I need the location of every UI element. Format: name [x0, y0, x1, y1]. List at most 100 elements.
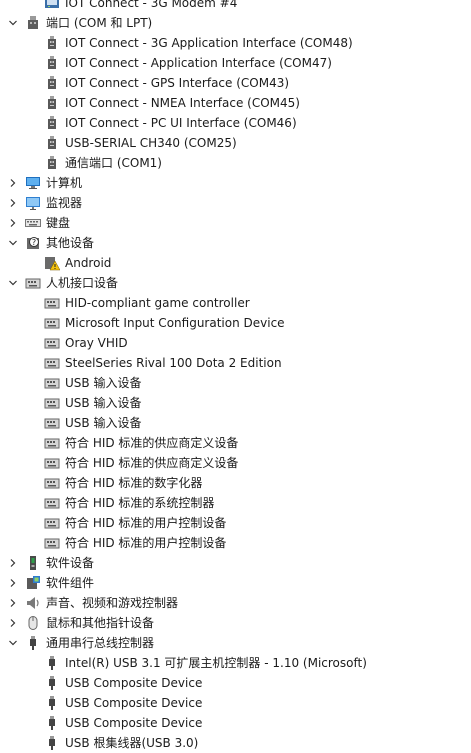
tree-item-label: USB-SERIAL CH340 (COM25) [65, 136, 237, 150]
tree-item-label: IOT Connect - PC UI Interface (COM46) [65, 116, 297, 130]
tree-item-label: 软件设备 [46, 556, 95, 570]
tree-item[interactable]: IOT Connect - NMEA Interface (COM45) [0, 93, 471, 113]
tree-item[interactable]: HID-compliant game controller [0, 293, 471, 313]
tree-item[interactable]: Android [0, 253, 471, 273]
tree-item-label: 声音、视频和游戏控制器 [46, 596, 179, 610]
tree-item-label: 符合 HID 标准的供应商定义设备 [65, 436, 239, 450]
tree-item-label: HID-compliant game controller [65, 296, 250, 310]
tree-item[interactable]: USB 根集线器(USB 3.0) [0, 733, 471, 753]
warning-device-icon [44, 255, 60, 271]
chevron-right-icon[interactable] [8, 618, 18, 628]
tree-item[interactable]: 通信端口 (COM1) [0, 153, 471, 173]
modem-icon [44, 0, 60, 11]
chevron-right-icon[interactable] [8, 178, 18, 188]
tree-item-label: IOT Connect - 3G Modem #4 [65, 0, 238, 10]
chevron-right-icon[interactable] [8, 218, 18, 228]
chevron-right-icon[interactable] [8, 198, 18, 208]
tree-item-label: USB 根集线器(USB 3.0) [65, 736, 199, 750]
tree-item-label: IOT Connect - GPS Interface (COM43) [65, 76, 290, 90]
tree-item-label: 通用串行总线控制器 [46, 636, 155, 650]
tree-category[interactable]: 软件设备 [0, 553, 471, 573]
tree-item[interactable]: IOT Connect - 3G Modem #4 [0, 0, 471, 13]
monitor-icon [25, 195, 41, 211]
port-icon [25, 15, 41, 31]
tree-category[interactable]: 声音、视频和游戏控制器 [0, 593, 471, 613]
chevron-down-icon[interactable] [8, 18, 18, 28]
tree-item[interactable]: USB Composite Device [0, 713, 471, 733]
tree-item-label: USB 输入设备 [65, 416, 142, 430]
tree-item-label: SteelSeries Rival 100 Dota 2 Edition [65, 356, 282, 370]
usb-icon [44, 695, 60, 711]
tree-item-label: IOT Connect - Application Interface (COM… [65, 56, 332, 70]
tree-category[interactable]: 人机接口设备 [0, 273, 471, 293]
tree-item-label: USB Composite Device [65, 716, 203, 730]
tree-item-label: 符合 HID 标准的用户控制设备 [65, 536, 227, 550]
tree-item-label: 符合 HID 标准的系统控制器 [65, 496, 215, 510]
tree-category[interactable]: 键盘 [0, 213, 471, 233]
tree-item[interactable]: 符合 HID 标准的供应商定义设备 [0, 433, 471, 453]
chevron-right-icon[interactable] [8, 578, 18, 588]
tree-category[interactable]: ? 其他设备 [0, 233, 471, 253]
device-tree[interactable]: IOT Connect - 3G Modem #4 端口 (COM 和 LPT) I… [0, 0, 471, 753]
hid-icon [44, 395, 60, 411]
tree-item[interactable]: IOT Connect - PC UI Interface (COM46) [0, 113, 471, 133]
tree-item[interactable]: USB-SERIAL CH340 (COM25) [0, 133, 471, 153]
unknown-device-icon: ? [25, 235, 41, 251]
tree-item[interactable]: IOT Connect - GPS Interface (COM43) [0, 73, 471, 93]
tree-item[interactable]: 符合 HID 标准的系统控制器 [0, 493, 471, 513]
hid-icon [25, 275, 41, 291]
port-connector-icon [44, 155, 60, 171]
tree-item[interactable]: 符合 HID 标准的用户控制设备 [0, 533, 471, 553]
chevron-down-icon[interactable] [8, 638, 18, 648]
port-connector-icon [44, 115, 60, 131]
tree-item[interactable]: 符合 HID 标准的数字化器 [0, 473, 471, 493]
tree-item-label: 端口 (COM 和 LPT) [46, 16, 153, 30]
tree-item[interactable]: USB 输入设备 [0, 373, 471, 393]
tree-category[interactable]: 端口 (COM 和 LPT) [0, 13, 471, 33]
tree-item-label: 监视器 [46, 196, 83, 210]
tree-item[interactable]: SteelSeries Rival 100 Dota 2 Edition [0, 353, 471, 373]
hid-icon [44, 475, 60, 491]
speaker-icon [25, 595, 41, 611]
chevron-right-icon[interactable] [8, 558, 18, 568]
tree-item[interactable]: USB 输入设备 [0, 413, 471, 433]
tree-item[interactable]: Intel(R) USB 3.1 可扩展主机控制器 - 1.10 (Micros… [0, 653, 471, 673]
tree-item-label: Microsoft Input Configuration Device [65, 316, 285, 330]
port-connector-icon [44, 95, 60, 111]
tree-item[interactable]: USB 输入设备 [0, 393, 471, 413]
hid-icon [44, 375, 60, 391]
tree-category[interactable]: 软件组件 [0, 573, 471, 593]
chevron-right-icon[interactable] [8, 598, 18, 608]
port-connector-icon [44, 55, 60, 71]
computer-icon [25, 175, 41, 191]
tree-category[interactable]: 监视器 [0, 193, 471, 213]
tree-item[interactable]: USB Composite Device [0, 673, 471, 693]
usb-icon [44, 735, 60, 751]
keyboard-icon [25, 215, 41, 231]
tree-item[interactable]: 符合 HID 标准的用户控制设备 [0, 513, 471, 533]
usb-icon [25, 635, 41, 651]
chevron-down-icon[interactable] [8, 238, 18, 248]
tree-category[interactable]: 鼠标和其他指针设备 [0, 613, 471, 633]
tree-item[interactable]: Microsoft Input Configuration Device [0, 313, 471, 333]
tree-item[interactable]: 符合 HID 标准的供应商定义设备 [0, 453, 471, 473]
tree-item[interactable]: Oray VHID [0, 333, 471, 353]
chevron-down-icon[interactable] [8, 278, 18, 288]
tree-item-label: IOT Connect - NMEA Interface (COM45) [65, 96, 300, 110]
port-connector-icon [44, 135, 60, 151]
tree-item[interactable]: IOT Connect - 3G Application Interface (… [0, 33, 471, 53]
hid-icon [44, 535, 60, 551]
software-component-icon [25, 575, 41, 591]
tree-item-label: Intel(R) USB 3.1 可扩展主机控制器 - 1.10 (Micros… [65, 656, 367, 670]
tree-item-label: 键盘 [46, 216, 71, 230]
tree-item-label: USB 输入设备 [65, 396, 142, 410]
tree-item[interactable]: IOT Connect - Application Interface (COM… [0, 53, 471, 73]
software-device-icon [25, 555, 41, 571]
tree-item-label: 计算机 [46, 176, 83, 190]
tree-item-label: USB Composite Device [65, 676, 203, 690]
tree-category[interactable]: 计算机 [0, 173, 471, 193]
tree-item-label: Android [65, 256, 112, 270]
tree-item-label: 软件组件 [46, 576, 95, 590]
tree-category[interactable]: 通用串行总线控制器 [0, 633, 471, 653]
tree-item[interactable]: USB Composite Device [0, 693, 471, 713]
